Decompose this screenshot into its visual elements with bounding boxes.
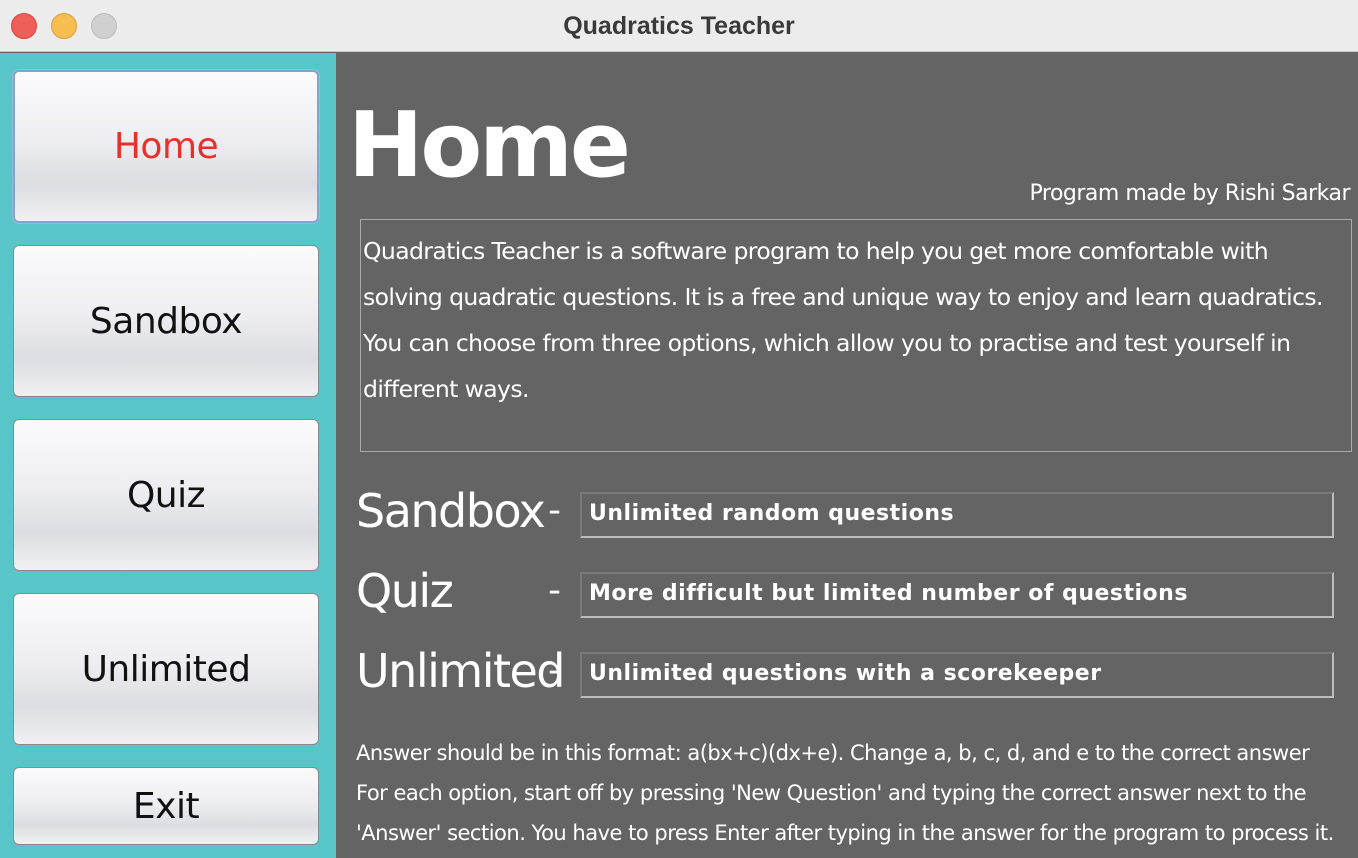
window-title: Quadratics Teacher [563,12,795,40]
home-button[interactable]: Home [13,70,319,223]
quiz-option-dash: - [548,570,561,611]
description-line: solving quadratic questions. It is a fre… [363,283,1324,311]
page-title: Home [348,93,631,198]
sidebar: Home Sandbox Quiz Unlimited Exit [0,53,336,858]
main-content: Home Program made by Rishi Sarkar Quadra… [336,53,1358,858]
title-bar[interactable]: Quadratics Teacher [0,0,1358,52]
unlimited-option-dash: - [548,650,561,691]
sandbox-option-dash: - [548,490,561,531]
author-credit: Program made by Rishi Sarkar [1029,181,1351,206]
sandbox-description-field[interactable]: Unlimited random questions [580,492,1334,538]
description-text-area[interactable]: Quadratics Teacher is a software program… [360,219,1352,452]
quiz-button[interactable]: Quiz [13,419,319,571]
unlimited-description-field[interactable]: Unlimited questions with a scorekeeper [580,652,1334,698]
unlimited-option-label: Unlimited [356,644,566,698]
description-line: Quadratics Teacher is a software program… [363,237,1269,265]
description-line: different ways. [363,375,529,403]
instruction-line: 'Answer' section. You have to press Ente… [356,821,1334,845]
sandbox-button[interactable]: Sandbox [13,245,319,397]
instruction-line: For each option, start off by pressing '… [356,781,1307,805]
sandbox-option-label: Sandbox [356,484,546,538]
quiz-description-field[interactable]: More difficult but limited number of que… [580,572,1334,618]
instruction-line: Answer should be in this format: a(bx+c)… [356,741,1310,765]
description-line: You can choose from three options, which… [363,329,1291,357]
exit-button[interactable]: Exit [13,767,319,845]
quiz-option-label: Quiz [356,564,454,618]
app-window: Quadratics Teacher Home Sandbox Quiz Unl… [0,0,1358,858]
instructions: Answer should be in this format: a(bx+c)… [356,733,1356,853]
unlimited-button[interactable]: Unlimited [13,593,319,745]
